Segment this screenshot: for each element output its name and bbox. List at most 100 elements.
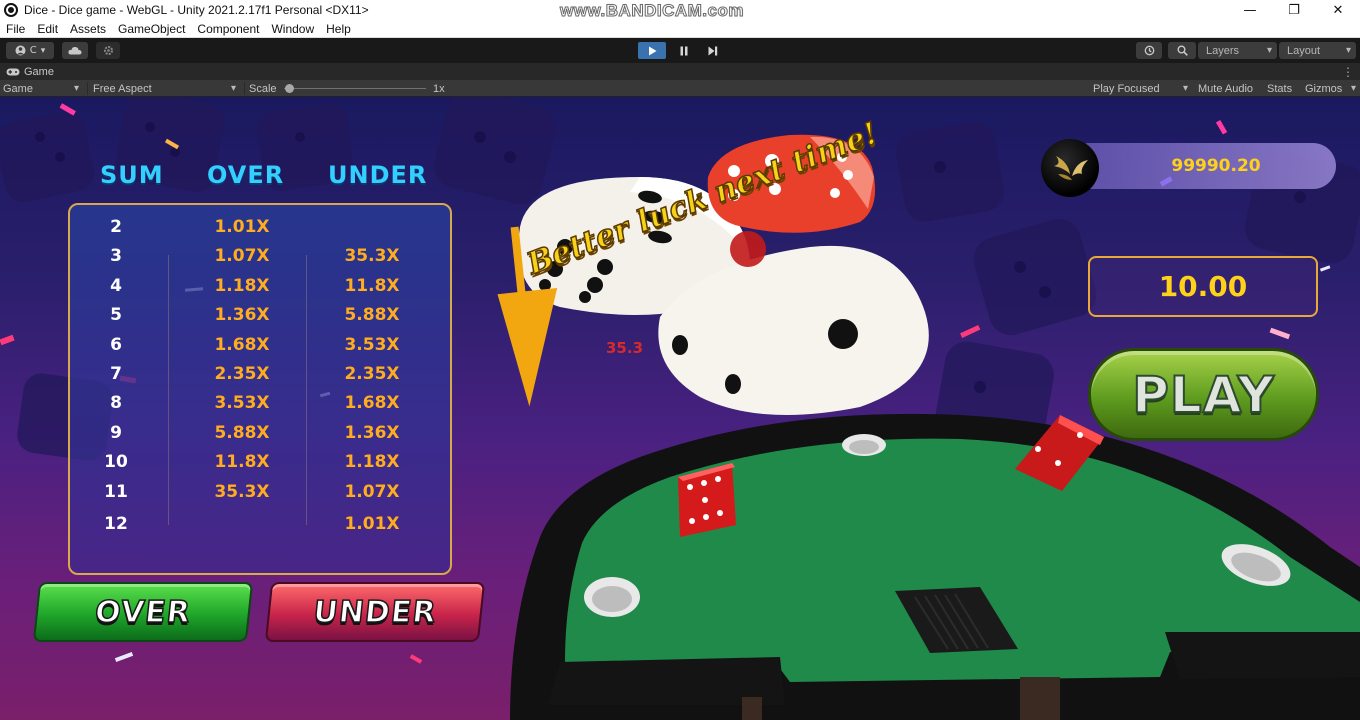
- collab-button[interactable]: [96, 42, 120, 59]
- under-multiplier: 3.53X: [344, 335, 400, 355]
- account-button[interactable]: C ▾: [6, 42, 54, 59]
- bet-amount-field[interactable]: 10.00: [1088, 256, 1318, 317]
- under-multiplier: 1.36X: [344, 423, 400, 443]
- menu-bar: File Edit Assets GameObject Component Wi…: [0, 20, 1360, 38]
- over-button-label: OVER: [93, 594, 194, 631]
- search-icon: [1177, 45, 1188, 56]
- menu-edit[interactable]: Edit: [31, 22, 64, 36]
- sum-cell: 7: [110, 364, 122, 384]
- divider: [87, 82, 88, 95]
- history-button[interactable]: [1136, 42, 1162, 59]
- scale-value: 1x: [433, 82, 445, 95]
- play-icon: [648, 46, 656, 55]
- search-button[interactable]: [1168, 42, 1196, 59]
- minimize-icon[interactable]: —: [1228, 0, 1272, 20]
- pause-button[interactable]: [670, 42, 698, 59]
- table-row: 5 1.36X 5.88X: [70, 305, 454, 331]
- aspect-dropdown[interactable]: Free Aspect: [93, 80, 240, 97]
- cloud-button[interactable]: [62, 42, 88, 59]
- game-view[interactable]: SUM OVER UNDER 2 1.01X 3 1.07X 35.3X 4 1.18X…: [0, 97, 1360, 720]
- scale-slider-handle[interactable]: [285, 84, 294, 93]
- game-tab-bar: Game ⋮: [0, 63, 1360, 80]
- scale-slider-track[interactable]: [284, 88, 426, 89]
- over-multiplier: 35.3X: [214, 482, 270, 502]
- more-options-icon[interactable]: ⋮: [1342, 65, 1354, 79]
- stats-toggle[interactable]: Stats: [1267, 80, 1292, 97]
- history-icon: [1144, 45, 1154, 56]
- over-button[interactable]: OVER: [32, 582, 254, 642]
- menu-component[interactable]: Component: [191, 22, 265, 36]
- column-header-under: UNDER: [328, 161, 428, 189]
- tab-game[interactable]: Game: [0, 66, 54, 78]
- payout-table: 2 1.01X 3 1.07X 35.3X 4 1.18X 11.8X 5 1.36X 5.8…: [68, 203, 452, 575]
- under-multiplier: 11.8X: [344, 276, 400, 296]
- sum-cell: 5: [110, 305, 122, 325]
- play-mode-label: Play Focused: [1093, 82, 1160, 95]
- sum-cell: 11: [104, 482, 128, 502]
- partial-multiplier: 35.3: [606, 339, 644, 357]
- over-multiplier: 1.68X: [214, 335, 270, 355]
- over-multiplier: 1.01X: [214, 217, 270, 237]
- display-label: Game: [3, 82, 33, 95]
- under-multiplier: 5.88X: [344, 305, 400, 325]
- play-mode-button[interactable]: [638, 42, 666, 59]
- sum-cell: 2: [110, 217, 122, 237]
- divider: [244, 82, 245, 95]
- menu-file[interactable]: File: [0, 22, 31, 36]
- window-title-bar: Dice - Dice game - WebGL - Unity 2021.2.…: [0, 0, 1360, 21]
- phoenix-icon: [1054, 156, 1088, 180]
- bet-amount-value: 10.00: [1158, 270, 1248, 303]
- layers-label: Layers: [1206, 44, 1240, 57]
- play-button-label: PLAY: [1131, 365, 1275, 425]
- over-multiplier: 1.18X: [214, 276, 270, 296]
- layout-dropdown[interactable]: Layout: [1279, 42, 1356, 59]
- over-multiplier: 11.8X: [214, 452, 270, 472]
- menu-gameobject[interactable]: GameObject: [112, 22, 191, 36]
- under-multiplier: 1.01X: [344, 514, 400, 534]
- balance-display: 99990.20: [1066, 143, 1336, 189]
- display-dropdown[interactable]: Game: [3, 80, 83, 97]
- pause-icon: [680, 46, 688, 55]
- table-row: 9 5.88X 1.36X: [70, 423, 454, 449]
- table-row: 3 1.07X 35.3X: [70, 246, 454, 272]
- under-button-label: UNDER: [311, 594, 439, 631]
- menu-help[interactable]: Help: [320, 22, 357, 36]
- step-button[interactable]: [699, 42, 727, 59]
- over-multiplier: 3.53X: [214, 393, 270, 413]
- gamepad-icon: [6, 68, 20, 75]
- sum-cell: 3: [110, 246, 122, 266]
- cloud-icon: [68, 46, 82, 55]
- sum-cell: 12: [104, 514, 128, 534]
- over-multiplier: 2.35X: [214, 364, 270, 384]
- layout-label: Layout: [1287, 44, 1321, 57]
- under-button[interactable]: UNDER: [264, 582, 486, 642]
- table-row: 12 1.01X: [70, 514, 454, 540]
- gizmos-dropdown[interactable]: Gizmos: [1305, 80, 1360, 97]
- close-icon[interactable]: ✕: [1316, 0, 1360, 20]
- play-button[interactable]: PLAY: [1088, 348, 1319, 441]
- table-row: 4 1.18X 11.8X: [70, 276, 454, 302]
- tab-game-label: Game: [24, 65, 54, 78]
- menu-window[interactable]: Window: [265, 22, 320, 36]
- table-row: 7 2.35X 2.35X: [70, 364, 454, 390]
- layers-dropdown[interactable]: Layers: [1198, 42, 1277, 59]
- menu-assets[interactable]: Assets: [64, 22, 112, 36]
- account-label: C: [29, 45, 37, 56]
- mute-audio-toggle[interactable]: Mute Audio: [1198, 80, 1253, 97]
- under-multiplier: 2.35X: [344, 364, 400, 384]
- over-multiplier: 5.88X: [214, 423, 270, 443]
- balance-value: 99990.20: [1171, 156, 1261, 176]
- aspect-label: Free Aspect: [93, 82, 152, 95]
- phoenix-logo-icon: [1041, 139, 1099, 197]
- table-row: 6 1.68X 3.53X: [70, 335, 454, 361]
- sum-cell: 10: [104, 452, 128, 472]
- sum-cell: 4: [110, 276, 122, 296]
- sum-cell: 8: [110, 393, 122, 413]
- game-view-toolbar: Game Free Aspect Scale 1x Play Focused M…: [0, 80, 1360, 97]
- scale-label: Scale: [249, 82, 277, 95]
- play-mode-dropdown[interactable]: Play Focused: [1093, 80, 1192, 97]
- under-multiplier: 35.3X: [344, 246, 400, 266]
- table-row: 2 1.01X: [70, 217, 454, 243]
- restore-icon[interactable]: ❐: [1272, 0, 1316, 20]
- table-row: 10 11.8X 1.18X: [70, 452, 454, 478]
